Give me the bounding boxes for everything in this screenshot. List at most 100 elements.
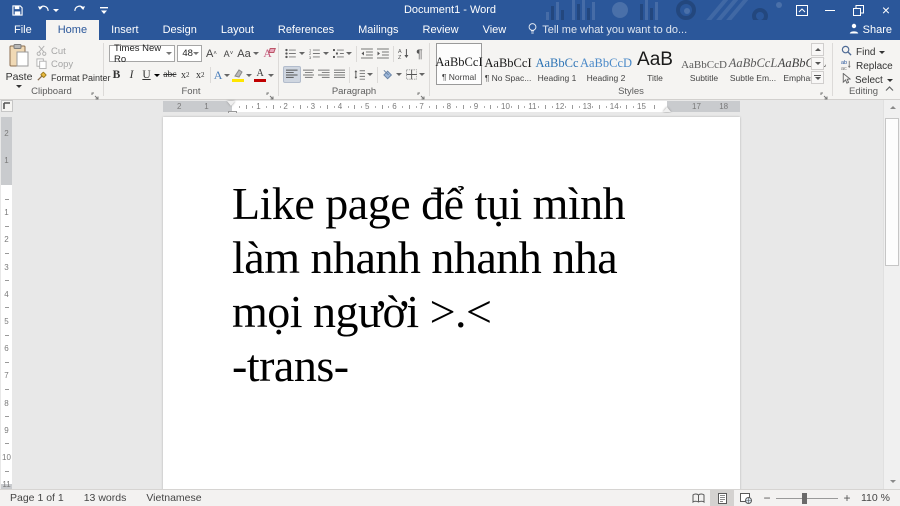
justify-button[interactable] [332, 66, 348, 83]
collapse-ribbon-icon[interactable] [885, 79, 894, 97]
style-title[interactable]: AaB Title [632, 43, 678, 85]
font-name-combobox[interactable]: Times New Ro [109, 43, 176, 65]
tab-design[interactable]: Design [151, 20, 209, 40]
style-subtle-emphasis[interactable]: AaBbCcL Subtle Em... [729, 43, 778, 85]
text-effects-button[interactable]: A [213, 67, 232, 84]
bold-button[interactable]: B [109, 67, 124, 84]
vertical-ruler[interactable]: 1 2 3 4 5 6 7 8 9 10 11 2 1 [0, 113, 13, 489]
zoom-slider-thumb[interactable] [802, 493, 807, 504]
horizontal-ruler[interactable]: 21 1 2 3 4 5 6 7 8 9 10 11 12 13 14 15 17 18 [163, 101, 740, 112]
ribbon-display-options-icon[interactable] [788, 0, 816, 20]
format-painter-button[interactable]: Format Painter [36, 71, 111, 84]
page-indicator[interactable]: Page 1 of 1 [0, 490, 74, 506]
read-mode-button[interactable] [686, 490, 710, 506]
underline-button[interactable]: U [139, 67, 154, 84]
copy-button[interactable]: Copy [36, 57, 102, 71]
tell-me-box[interactable]: Tell me what you want to do... [518, 20, 687, 40]
style-heading2[interactable]: AaBbCcD Heading 2 [580, 43, 632, 85]
style-no-spacing-label: ¶ No Spac... [484, 73, 532, 83]
line-spacing-button[interactable] [352, 66, 375, 83]
redo-icon[interactable] [73, 5, 86, 15]
style-heading1-preview: AaBbCc [535, 56, 579, 70]
document-text[interactable]: Like page để tụi mình làm nhanh nhanh nh… [232, 177, 626, 393]
share-button[interactable]: Share [849, 20, 892, 40]
tab-view[interactable]: View [471, 20, 519, 40]
zoom-in-button[interactable]: + [838, 491, 856, 505]
shrink-font-button[interactable]: A ˅ [221, 45, 236, 62]
superscript-button[interactable]: x2 [193, 67, 208, 84]
document-area: Like page để tụi mình làm nhanh nhanh nh… [13, 113, 883, 489]
styles-gallery-more-icon[interactable] [811, 71, 824, 84]
document-page[interactable]: Like page để tụi mình làm nhanh nhanh nh… [163, 117, 740, 489]
multilevel-list-button[interactable] [331, 45, 355, 62]
styles-scroll-up-icon[interactable] [811, 43, 824, 56]
shading-button[interactable] [380, 66, 403, 83]
borders-button[interactable] [404, 66, 427, 83]
scroll-up-icon[interactable] [884, 100, 900, 115]
bullets-button[interactable] [283, 45, 307, 62]
customize-qat-icon[interactable] [100, 6, 108, 15]
cut-button[interactable]: Cut [36, 45, 102, 58]
highlight-button[interactable] [231, 67, 253, 84]
find-label: Find [856, 46, 876, 58]
show-hide-pilcrow-button[interactable]: ¶ [412, 45, 427, 62]
align-right-button[interactable] [316, 66, 332, 83]
align-left-button[interactable] [283, 66, 301, 83]
increase-indent-button[interactable] [375, 45, 391, 62]
sort-button[interactable]: AZ [396, 45, 412, 62]
tell-me-label: Tell me what you want to do... [542, 24, 688, 36]
subscript-button[interactable]: x2 [178, 67, 193, 84]
tab-layout[interactable]: Layout [209, 20, 266, 40]
tab-home[interactable]: Home [45, 20, 100, 40]
ruler-tick [483, 106, 485, 108]
find-button[interactable]: Find [841, 45, 900, 59]
style-normal[interactable]: AaBbCcI ¶ Normal [435, 43, 483, 85]
italic-button[interactable]: I [124, 67, 139, 84]
ruler-number: 7 [4, 371, 9, 381]
print-layout-button[interactable] [710, 490, 734, 506]
font-size-combobox[interactable]: 48 [177, 45, 202, 62]
right-indent-marker[interactable] [663, 107, 671, 112]
scrollbar-thumb[interactable] [885, 118, 899, 266]
paragraph-dialog-launcher[interactable] [417, 88, 426, 100]
tab-review[interactable]: Review [411, 20, 471, 40]
zoom-out-button[interactable]: − [758, 491, 776, 505]
style-no-spacing[interactable]: AaBbCcI ¶ No Spac... [484, 43, 532, 85]
tab-file[interactable]: File [0, 20, 46, 40]
zoom-percentage[interactable]: 110 % [856, 492, 900, 504]
styles-dialog-launcher[interactable] [820, 88, 829, 100]
word-count[interactable]: 13 words [74, 490, 137, 506]
first-line-indent-marker[interactable] [227, 101, 235, 106]
style-heading1[interactable]: AaBbCc Heading 1 [534, 43, 580, 85]
minimize-icon[interactable] [816, 0, 844, 20]
strikethrough-button[interactable]: abc [162, 67, 178, 84]
clipboard-dialog-launcher[interactable] [91, 88, 100, 100]
close-icon[interactable]: × [872, 0, 900, 20]
undo-icon[interactable] [37, 5, 59, 15]
scroll-down-icon[interactable] [884, 474, 900, 489]
style-subtitle[interactable]: AaBbCcD Subtitle [681, 43, 727, 85]
replace-button[interactable]: ab ac Replace [841, 59, 900, 73]
ruler-number: 10 [501, 102, 510, 111]
styles-scroll-down-icon[interactable] [811, 57, 824, 70]
numbering-button[interactable]: 123 [307, 45, 331, 62]
web-layout-button[interactable] [734, 490, 758, 506]
ruler-tick [606, 106, 607, 108]
clear-formatting-button[interactable]: A [260, 45, 276, 62]
font-color-button[interactable]: A [253, 67, 275, 84]
tab-stop-selector[interactable] [1, 100, 13, 112]
ruler-tick [5, 198, 9, 200]
language-indicator[interactable]: Vietnamese [136, 490, 211, 506]
font-dialog-launcher[interactable] [266, 88, 275, 100]
tab-references[interactable]: References [266, 20, 346, 40]
zoom-slider[interactable] [776, 490, 838, 506]
change-case-button[interactable]: Aa [237, 45, 259, 62]
restore-icon[interactable] [844, 0, 872, 20]
grow-font-button[interactable]: A ˄ [204, 45, 219, 62]
tab-insert[interactable]: Insert [99, 20, 151, 40]
tab-mailings[interactable]: Mailings [346, 20, 410, 40]
decrease-indent-button[interactable] [359, 45, 375, 62]
save-icon[interactable] [12, 4, 23, 16]
align-center-button[interactable] [301, 66, 317, 83]
vertical-scrollbar[interactable] [883, 100, 900, 489]
